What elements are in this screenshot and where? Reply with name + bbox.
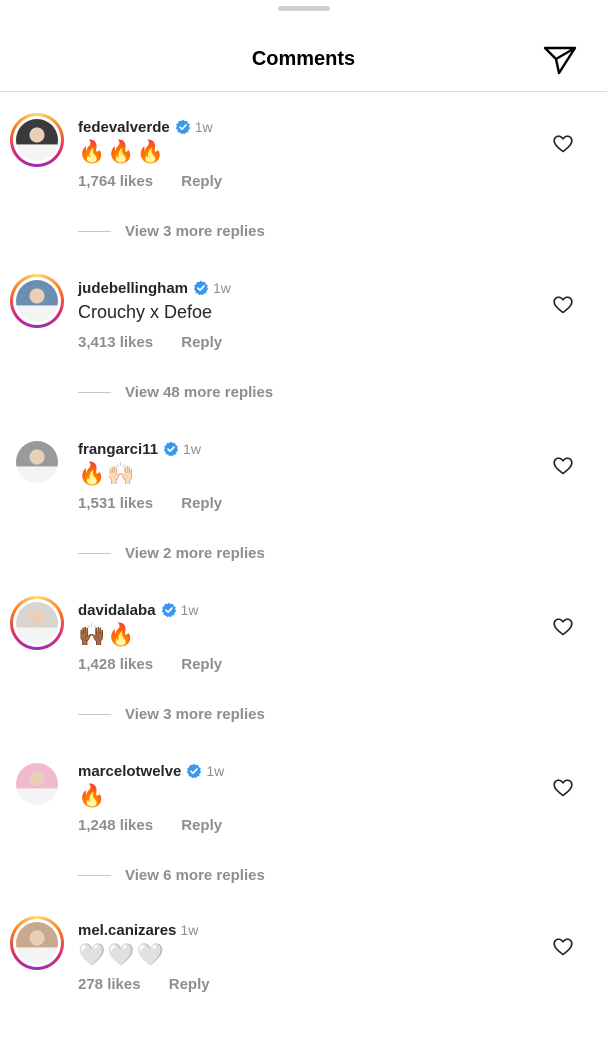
- comment-text: 🤍🤍🤍: [78, 942, 167, 967]
- avatar[interactable]: [10, 916, 64, 970]
- divider: [78, 713, 111, 715]
- profile-photo: [16, 441, 58, 483]
- comment-item: davidalaba 1w 🙌🏾🔥 1,428 likes Reply View…: [0, 576, 607, 726]
- comment-meta: davidalaba 1w: [78, 600, 198, 620]
- avatar[interactable]: [10, 435, 64, 489]
- view-replies-label: View 6 more replies: [125, 866, 265, 884]
- heart-icon: [553, 618, 573, 636]
- view-replies-button[interactable]: View 3 more replies: [78, 221, 265, 241]
- comment-username[interactable]: davidalaba: [78, 602, 156, 619]
- reply-button[interactable]: Reply: [181, 817, 222, 834]
- like-button[interactable]: [550, 453, 576, 479]
- divider: [78, 874, 111, 876]
- comment-username[interactable]: mel.canizares: [78, 922, 176, 939]
- avatar[interactable]: [10, 274, 64, 328]
- like-button[interactable]: [550, 131, 576, 157]
- view-replies-button[interactable]: View 48 more replies: [78, 382, 273, 402]
- view-replies-label: View 2 more replies: [125, 544, 265, 562]
- reply-button[interactable]: Reply: [181, 495, 222, 512]
- paper-plane-icon: [543, 46, 577, 75]
- comment-actions: 278 likes Reply: [78, 976, 210, 993]
- comment-username[interactable]: fedevalverde: [78, 119, 170, 136]
- comment-text: Crouchy x Defoe: [78, 302, 213, 322]
- comment-text: 🔥: [78, 783, 108, 808]
- like-count[interactable]: 278 likes: [78, 976, 141, 993]
- comment-text: 🔥🔥🔥: [78, 139, 167, 164]
- like-button[interactable]: [550, 292, 576, 318]
- comment-actions: 1,764 likes Reply: [78, 173, 222, 190]
- comment-timestamp: 1w: [180, 602, 199, 618]
- page-title: Comments: [251, 48, 356, 70]
- comment-item: judebellingham 1w Crouchy x Defoe 3,413 …: [0, 254, 607, 404]
- verified-badge-icon: [175, 119, 190, 135]
- reply-button[interactable]: Reply: [169, 976, 210, 993]
- comment-username[interactable]: frangarci11: [78, 441, 158, 458]
- heart-icon: [553, 135, 573, 153]
- heart-icon: [553, 296, 573, 314]
- like-count[interactable]: 1,428 likes: [78, 656, 153, 673]
- heart-icon: [553, 457, 573, 475]
- profile-photo: [16, 602, 58, 644]
- avatar[interactable]: [10, 113, 64, 167]
- like-count[interactable]: 3,413 likes: [78, 334, 153, 351]
- view-replies-label: View 3 more replies: [125, 222, 265, 240]
- comment-item: fedevalverde 1w 🔥🔥🔥 1,764 likes Reply Vi…: [0, 93, 607, 243]
- verified-badge-icon: [161, 602, 176, 618]
- verified-badge-icon: [163, 441, 179, 457]
- like-count[interactable]: 1,764 likes: [78, 173, 153, 190]
- avatar[interactable]: [10, 596, 64, 650]
- heart-icon: [553, 779, 573, 797]
- comment-username[interactable]: marcelotwelve: [78, 763, 181, 780]
- comment-meta: mel.canizares 1w: [78, 920, 198, 940]
- comment-item: frangarci11 1w 🔥🙌🏻 1,531 likes Reply Vie…: [0, 415, 607, 565]
- verified-badge-icon: [187, 763, 202, 779]
- comment-username[interactable]: judebellingham: [78, 280, 188, 297]
- like-button[interactable]: [550, 775, 576, 801]
- view-replies-label: View 48 more replies: [125, 383, 274, 401]
- comment-meta: frangarci11 1w: [78, 439, 201, 459]
- profile-photo: [16, 119, 58, 161]
- view-replies-button[interactable]: View 6 more replies: [78, 865, 265, 885]
- view-replies-label: View 3 more replies: [125, 705, 265, 723]
- like-button[interactable]: [550, 614, 576, 640]
- verified-badge-icon: [193, 280, 209, 296]
- profile-photo: [16, 763, 58, 805]
- comment-timestamp: 1w: [194, 119, 213, 135]
- heart-icon: [553, 938, 573, 956]
- comment-meta: marcelotwelve 1w: [78, 761, 224, 781]
- view-replies-button[interactable]: View 2 more replies: [78, 543, 265, 563]
- like-count[interactable]: 1,248 likes: [78, 817, 153, 834]
- comment-meta: fedevalverde 1w: [78, 117, 213, 137]
- comment-timestamp: 1w: [213, 280, 231, 296]
- divider: [78, 391, 111, 393]
- comment-timestamp: 1w: [183, 441, 201, 457]
- divider: [78, 552, 111, 554]
- like-count[interactable]: 1,531 likes: [78, 495, 153, 512]
- view-replies-button[interactable]: View 3 more replies: [78, 704, 265, 724]
- profile-photo: [16, 280, 58, 322]
- like-button[interactable]: [550, 934, 576, 960]
- comment-actions: 1,531 likes Reply: [78, 495, 222, 512]
- comment-timestamp: 1w: [180, 922, 199, 938]
- comment-actions: 1,428 likes Reply: [78, 656, 222, 673]
- profile-photo: [16, 922, 58, 964]
- comment-timestamp: 1w: [206, 763, 225, 779]
- reply-button[interactable]: Reply: [181, 173, 222, 190]
- comment-actions: 3,413 likes Reply: [78, 334, 222, 351]
- share-button[interactable]: [540, 41, 580, 79]
- comment-item: marcelotwelve 1w 🔥 1,248 likes Reply Vie…: [0, 737, 607, 887]
- comment-meta: judebellingham 1w: [78, 278, 231, 298]
- comment-actions: 1,248 likes Reply: [78, 817, 222, 834]
- comment-text: 🔥🙌🏻: [78, 461, 137, 486]
- comments-header: Comments: [0, 18, 607, 92]
- reply-button[interactable]: Reply: [181, 334, 222, 351]
- avatar[interactable]: [10, 757, 64, 811]
- comment-text: 🙌🏾🔥: [78, 622, 137, 647]
- drag-handle[interactable]: [278, 6, 330, 11]
- reply-button[interactable]: Reply: [181, 656, 222, 673]
- divider: [78, 230, 111, 232]
